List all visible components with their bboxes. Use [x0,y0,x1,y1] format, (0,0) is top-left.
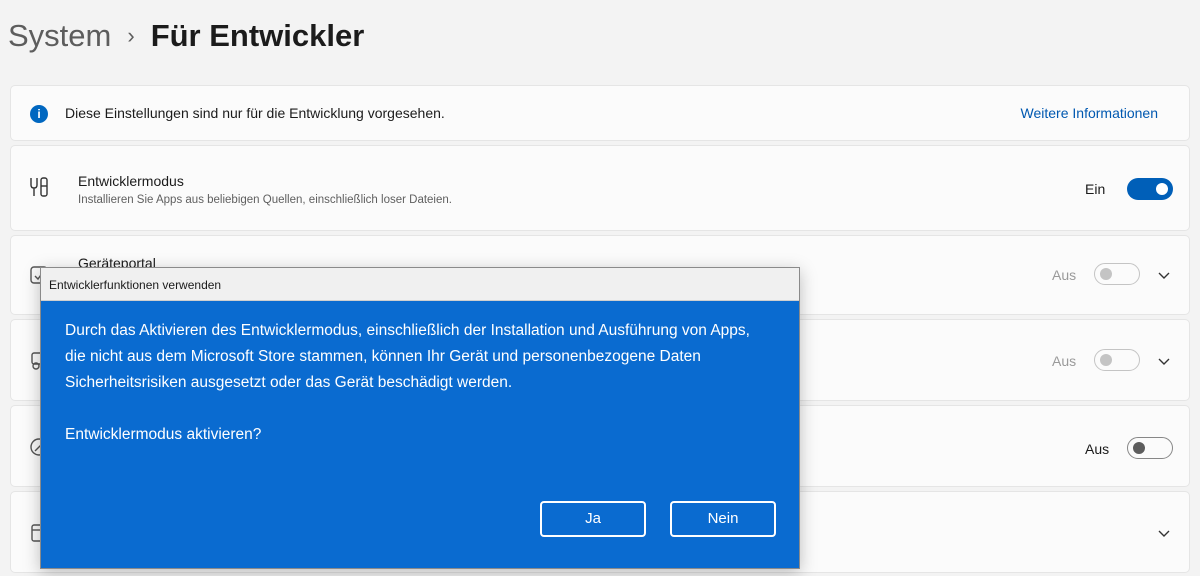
setting-4-toggle[interactable] [1127,437,1173,459]
developer-tools-icon [30,177,48,197]
dialog-body: Durch das Aktivieren des Entwicklermodus… [65,318,755,474]
chevron-down-icon[interactable] [1156,353,1172,369]
info-banner: i Diese Einstellungen sind nur für die E… [10,85,1190,141]
breadcrumb: System › Für Entwickler [8,18,364,54]
toggle-state-label: Ein [1085,181,1106,197]
dialog-message: Durch das Aktivieren des Entwicklermodus… [65,322,750,391]
breadcrumb-separator-icon: › [127,23,135,48]
no-button[interactable]: Nein [670,501,776,537]
row-title: Entwicklermodus [78,173,184,189]
row-subtitle: Installieren Sie Apps aus beliebigen Que… [78,194,452,206]
chevron-down-icon[interactable] [1156,525,1172,541]
chevron-down-icon[interactable] [1156,267,1172,283]
page-title: Für Entwickler [150,18,365,53]
yes-button[interactable]: Ja [540,501,646,537]
developer-mode-toggle[interactable] [1127,178,1173,200]
toggle-state-label: Aus [1052,353,1077,369]
toggle-state-label: Aus [1085,441,1110,457]
device-discovery-toggle[interactable] [1094,349,1140,371]
info-icon: i [30,105,48,123]
more-info-link[interactable]: Weitere Informationen [1021,105,1158,121]
device-portal-toggle[interactable] [1094,263,1140,285]
setting-row-developer-mode: Entwicklermodus Installieren Sie Apps au… [10,145,1190,231]
breadcrumb-parent[interactable]: System [8,18,111,54]
toggle-state-label: Aus [1052,267,1077,283]
dialog-question: Entwicklermodus aktivieren? [65,426,262,443]
dialog-title: Entwicklerfunktionen verwenden [41,268,799,301]
info-text: Diese Einstellungen sind nur für die Ent… [65,105,445,121]
developer-features-dialog: Entwicklerfunktionen verwenden Durch das… [40,267,800,569]
